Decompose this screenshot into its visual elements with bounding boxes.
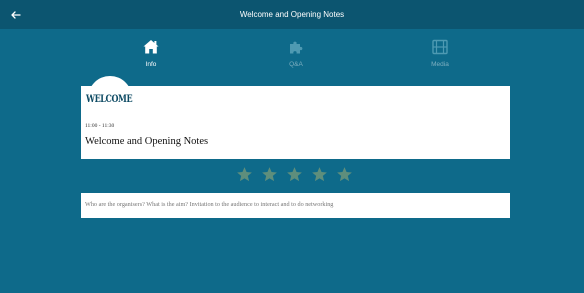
session-description: Who are the organisers? What is the aim?…: [85, 201, 334, 208]
tab-info[interactable]: Info: [121, 38, 181, 74]
tab-qa[interactable]: Q&A: [266, 38, 326, 74]
star-icon[interactable]: [336, 166, 353, 183]
tab-qa-label: Q&A: [289, 61, 303, 68]
star-icon[interactable]: [286, 166, 303, 183]
star-rating: [236, 166, 354, 184]
puzzle-icon: [290, 41, 303, 54]
session-time: 11:00 - 11:30: [85, 123, 115, 129]
welcome-logo: WELCOME: [86, 92, 133, 105]
tab-media-label: Media: [431, 61, 449, 68]
session-title: Welcome and Opening Notes: [85, 136, 209, 147]
home-icon: [143, 40, 159, 54]
star-icon[interactable]: [236, 166, 253, 183]
film-icon: [432, 39, 448, 55]
star-icon[interactable]: [311, 166, 328, 183]
top-bar: Welcome and Opening Notes: [0, 0, 584, 29]
star-icon[interactable]: [261, 166, 278, 183]
page-title: Welcome and Opening Notes: [239, 10, 345, 19]
tab-info-label: Info: [145, 61, 157, 68]
tab-media[interactable]: Media: [410, 38, 470, 74]
tab-bar: Info Q&A Media: [0, 29, 584, 79]
